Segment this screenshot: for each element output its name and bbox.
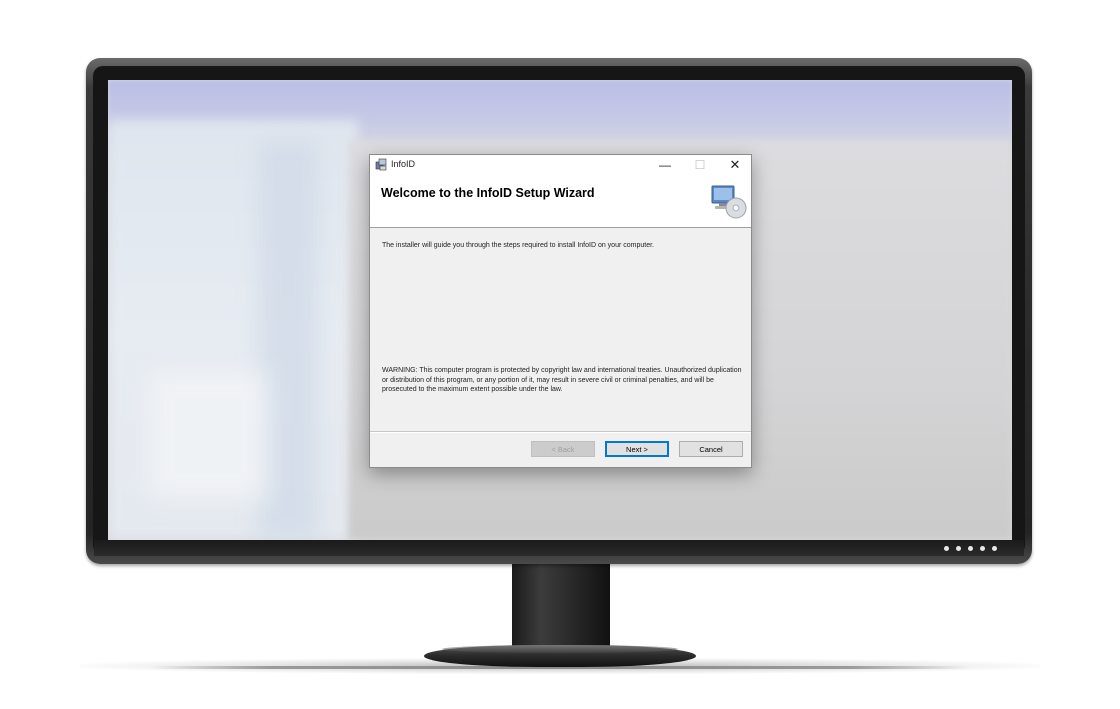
minimize-button[interactable]: — [650,155,680,175]
wizard-title: Welcome to the InfoID Setup Wizard [381,186,595,200]
indicator-light [944,546,949,551]
indicator-light [968,546,973,551]
footer-divider [370,431,751,433]
monitor-stand-neck [512,560,610,652]
dialog-titlebar[interactable]: InfoID — ☐ ✕ [370,155,751,175]
blurred-desktop-highlight [148,370,268,500]
wizard-header: Welcome to the InfoID Setup Wizard [370,175,751,228]
close-button[interactable]: ✕ [720,155,750,175]
monitor-bezel-bottom [94,540,1024,556]
indicator-light [992,546,997,551]
next-button[interactable]: Next > [605,441,669,457]
computer-cd-icon [710,183,748,219]
indicator-light [980,546,985,551]
monitor-stand-base-highlight [442,645,678,653]
setup-wizard-dialog: InfoID — ☐ ✕ Welcome to the InfoID Setup… [369,154,752,468]
installer-app-icon [375,158,388,171]
monitor-indicator-lights [944,546,997,551]
dialog-window-title: InfoID [391,159,416,169]
intro-text: The installer will guide you through the… [382,242,654,249]
copyright-warning-text: WARNING: This computer program is protec… [382,367,742,393]
indicator-light [956,546,961,551]
back-button[interactable]: < Back [531,441,595,457]
cancel-button[interactable]: Cancel [679,441,743,457]
maximize-button[interactable]: ☐ [685,155,715,175]
